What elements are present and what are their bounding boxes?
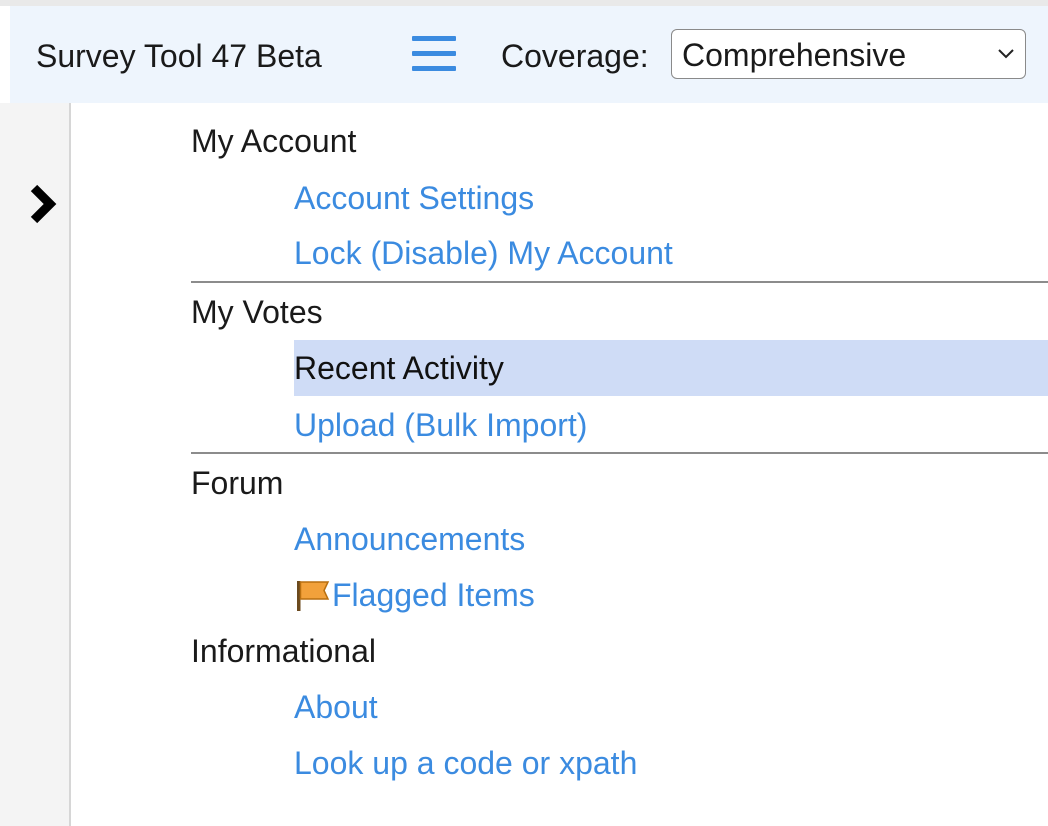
hamburger-menu-icon [412,36,456,71]
menu-item-recent-activity[interactable]: Recent Activity [294,340,1048,396]
left-sidebar [0,103,71,826]
main-menu: My Account Account Settings Lock (Disabl… [73,103,1048,826]
chevron-down-icon [998,49,1014,59]
menu-item-lookup-code-xpath[interactable]: Look up a code or xpath [294,745,637,781]
menu-item-label: Flagged Items [332,577,535,613]
coverage-label: Coverage: [501,38,649,74]
section-heading-forum: Forum [191,465,284,501]
menu-item-about[interactable]: About [294,689,378,725]
menu-item-flagged-items[interactable]: Flagged Items [294,577,535,613]
menu-item-upload-bulk-import[interactable]: Upload (Bulk Import) [294,407,587,443]
menu-item-label: Recent Activity [294,350,504,386]
hamburger-menu-button[interactable] [410,34,458,74]
menu-item-lock-account[interactable]: Lock (Disable) My Account [294,235,673,271]
chevron-right-icon [30,184,57,224]
section-heading-my-account: My Account [191,123,357,159]
menu-item-account-settings[interactable]: Account Settings [294,180,534,216]
sidebar-expand-button[interactable] [28,182,58,226]
menu-item-announcements[interactable]: Announcements [294,521,525,557]
section-divider [191,452,1048,454]
app-title: Survey Tool 47 Beta [36,38,322,74]
section-heading-informational: Informational [191,633,376,669]
section-heading-my-votes: My Votes [191,294,323,330]
flag-icon [297,581,330,611]
coverage-selected-value: Comprehensive [682,37,907,73]
section-divider [191,281,1048,283]
coverage-select[interactable]: Comprehensive [671,29,1026,79]
